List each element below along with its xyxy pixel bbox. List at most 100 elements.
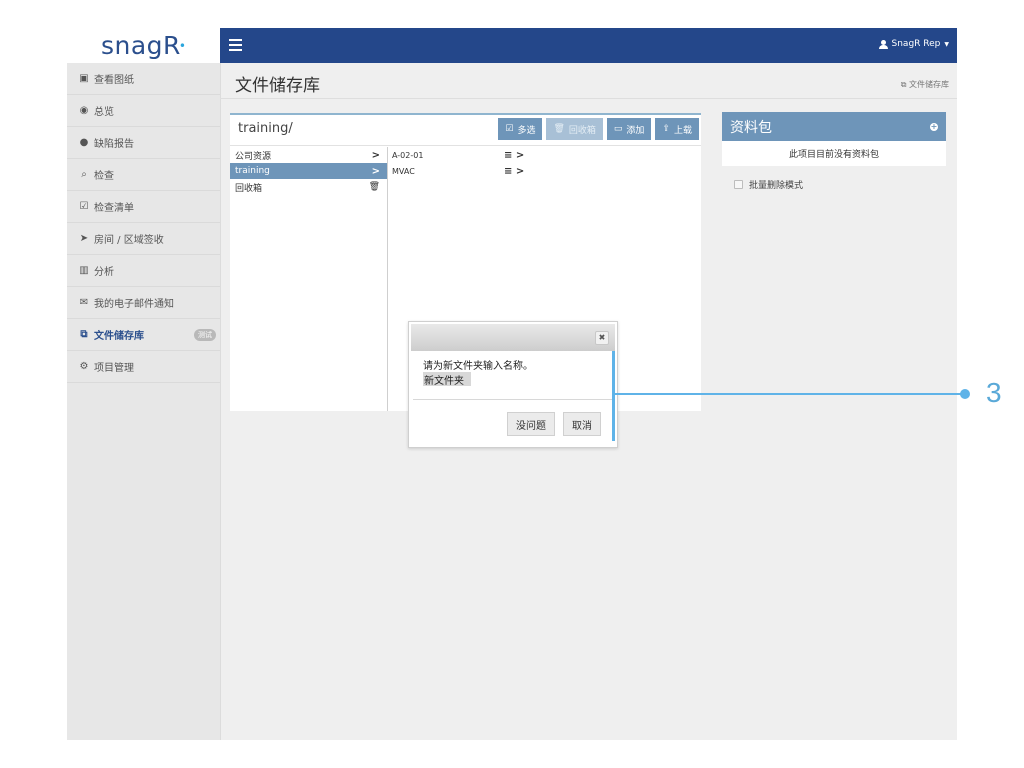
envelope-icon: ✉ (79, 297, 89, 308)
upload-button[interactable]: ⇪ 上载 (655, 118, 699, 140)
folder-name: 回收箱 (235, 183, 263, 194)
hamburger-menu-icon[interactable] (229, 39, 242, 54)
new-folder-dialog: ✖ 请为新文件夹输入名称。 没问题 取消 (408, 321, 618, 448)
cancel-button[interactable]: 取消 (563, 412, 601, 436)
upload-label: 上载 (673, 125, 692, 136)
callout-number: 3 (986, 377, 1002, 408)
packages-panel: 资料包 + 此项目目前没有资料包 批量删除模式 (722, 112, 946, 191)
folder-name: training (235, 166, 270, 176)
dashboard-icon: ◉ (79, 105, 89, 116)
callout-line (613, 393, 964, 395)
folder-name-input[interactable] (423, 372, 471, 386)
dialog-titlebar: ✖ (411, 324, 615, 351)
chevron-right-icon: > (371, 165, 380, 177)
sidebar-item-view-drawings[interactable]: ▣ 查看图纸 (67, 63, 220, 95)
file-browser-header: training/ ☑ 多选 🗑 回收箱 ▭ 添加 ⇪ 上载 (230, 115, 701, 146)
dialog-divider (413, 399, 613, 400)
packages-title: 资料包 (730, 119, 772, 136)
recycle-bin-button[interactable]: 🗑 回收箱 (546, 118, 603, 140)
multiselect-button[interactable]: ☑ 多选 (498, 118, 543, 140)
copy-icon: ⧉ (900, 80, 907, 89)
folder-row[interactable]: 回收箱 🗑 (230, 179, 387, 195)
header-divider (220, 98, 957, 99)
sidebar-item-room-signoff[interactable]: ➤ 房间 / 区域签收 (67, 223, 220, 255)
user-menu[interactable]: SnagR Rep ▼ (878, 39, 949, 49)
sidebar-item-email-notifications[interactable]: ✉ 我的电子邮件通知 (67, 287, 220, 319)
current-path: training/ (238, 121, 293, 136)
copy-icon: ⧉ (80, 329, 88, 340)
sidebar-item-label: 项目管理 (94, 363, 134, 374)
bulk-delete-label: 批量删除模式 (749, 181, 804, 191)
logo-dot-icon: • (178, 38, 186, 53)
dialog-message: 请为新文件夹输入名称。 (423, 361, 533, 372)
list-item[interactable]: A-02-01 ≡ > (388, 147, 528, 163)
logo-text: snagR (100, 31, 181, 60)
sidebar-item-inspection[interactable]: ⌕ 检查 (67, 159, 220, 191)
search-icon: ⌕ (81, 169, 87, 180)
map-marker-icon: ● (79, 137, 89, 148)
folder-open-icon: ▭ (613, 124, 623, 134)
close-icon[interactable]: ✖ (595, 331, 609, 345)
location-arrow-icon: ➤ (79, 233, 89, 244)
bulk-delete-checkbox[interactable] (734, 180, 743, 189)
add-folder-button[interactable]: ▭ 添加 (606, 118, 652, 140)
sidebar-item-label: 总览 (94, 107, 114, 118)
menu-icon[interactable]: ≡ (504, 166, 512, 177)
sidebar-item-project-management[interactable]: ⚙ 项目管理 (67, 351, 220, 383)
bulk-delete-toggle[interactable]: 批量删除模式 (722, 178, 946, 191)
sidebar-item-analysis[interactable]: ▥ 分析 (67, 255, 220, 287)
sidebar-item-label: 检查清单 (94, 203, 134, 214)
sidebar-item-label: 文件储存库 (94, 331, 144, 342)
sidebar-item-label: 缺陷报告 (94, 139, 134, 150)
recycle-label: 回收箱 (568, 125, 596, 136)
checkbox-icon: ☑ (79, 201, 89, 212)
sidebar-item-label: 房间 / 区域签收 (94, 235, 164, 246)
gears-icon: ⚙ (79, 361, 89, 372)
logo[interactable]: snagR • (67, 28, 220, 63)
sidebar-item-overview[interactable]: ◉ 总览 (67, 95, 220, 127)
user-icon (878, 39, 888, 49)
sidebar-item-file-repository[interactable]: ⧉ 文件储存库 测试 (67, 319, 220, 351)
top-bar: SnagR Rep ▼ (220, 28, 957, 63)
sidebar-item-label: 检查 (94, 171, 114, 182)
chevron-right-icon[interactable]: > (512, 166, 524, 177)
user-name: SnagR Rep (891, 39, 941, 49)
item-name: MVAC (392, 166, 415, 176)
folder-column: 公司资源 > training > 回收箱 🗑 (230, 147, 388, 411)
bar-chart-icon: ▥ (79, 265, 89, 276)
menu-icon[interactable]: ≡ (504, 150, 512, 161)
upload-icon: ⇪ (662, 124, 670, 134)
breadcrumb-label: 文件储存库 (909, 80, 949, 89)
dialog-scrollbar[interactable] (612, 351, 615, 441)
callout-dot (960, 389, 970, 399)
folder-name: 公司资源 (235, 151, 272, 162)
test-badge: 测试 (194, 329, 216, 341)
chevron-right-icon: > (371, 149, 380, 161)
folder-row[interactable]: training > (230, 163, 387, 179)
ok-button[interactable]: 没问题 (507, 412, 555, 436)
plus-circle-icon[interactable]: + (930, 122, 938, 131)
file-toolbar: ☑ 多选 🗑 回收箱 ▭ 添加 ⇪ 上载 (498, 118, 699, 140)
packages-header: 资料包 + (722, 112, 946, 141)
sidebar: ▣ 查看图纸 ◉ 总览 ● 缺陷报告 ⌕ 检查 ☑ 检查清单 ➤ 房间 / 区域… (67, 63, 221, 740)
page-title: 文件储存库 (235, 76, 320, 96)
sidebar-item-checklist[interactable]: ☑ 检查清单 (67, 191, 220, 223)
trash-icon: 🗑 (368, 182, 380, 192)
image-icon: ▣ (79, 73, 89, 84)
add-label: 添加 (626, 125, 645, 136)
trash-icon: 🗑 (553, 124, 565, 134)
chevron-right-icon[interactable]: > (512, 150, 524, 161)
sidebar-item-defect-report[interactable]: ● 缺陷报告 (67, 127, 220, 159)
item-name: A-02-01 (392, 150, 424, 160)
sidebar-item-label: 我的电子邮件通知 (94, 299, 174, 310)
multiselect-label: 多选 (517, 125, 536, 136)
checkbox-icon: ☑ (505, 124, 514, 134)
breadcrumb: ⧉ 文件储存库 (901, 79, 949, 90)
dialog-buttons: 没问题 取消 (507, 412, 601, 436)
folder-row[interactable]: 公司资源 > (230, 147, 387, 163)
sidebar-item-label: 分析 (94, 267, 114, 278)
packages-empty-message: 此项目目前没有资料包 (722, 141, 946, 166)
caret-down-icon: ▼ (944, 40, 949, 48)
item-column: A-02-01 ≡ > MVAC ≡ > (388, 147, 528, 179)
list-item[interactable]: MVAC ≡ > (388, 163, 528, 179)
